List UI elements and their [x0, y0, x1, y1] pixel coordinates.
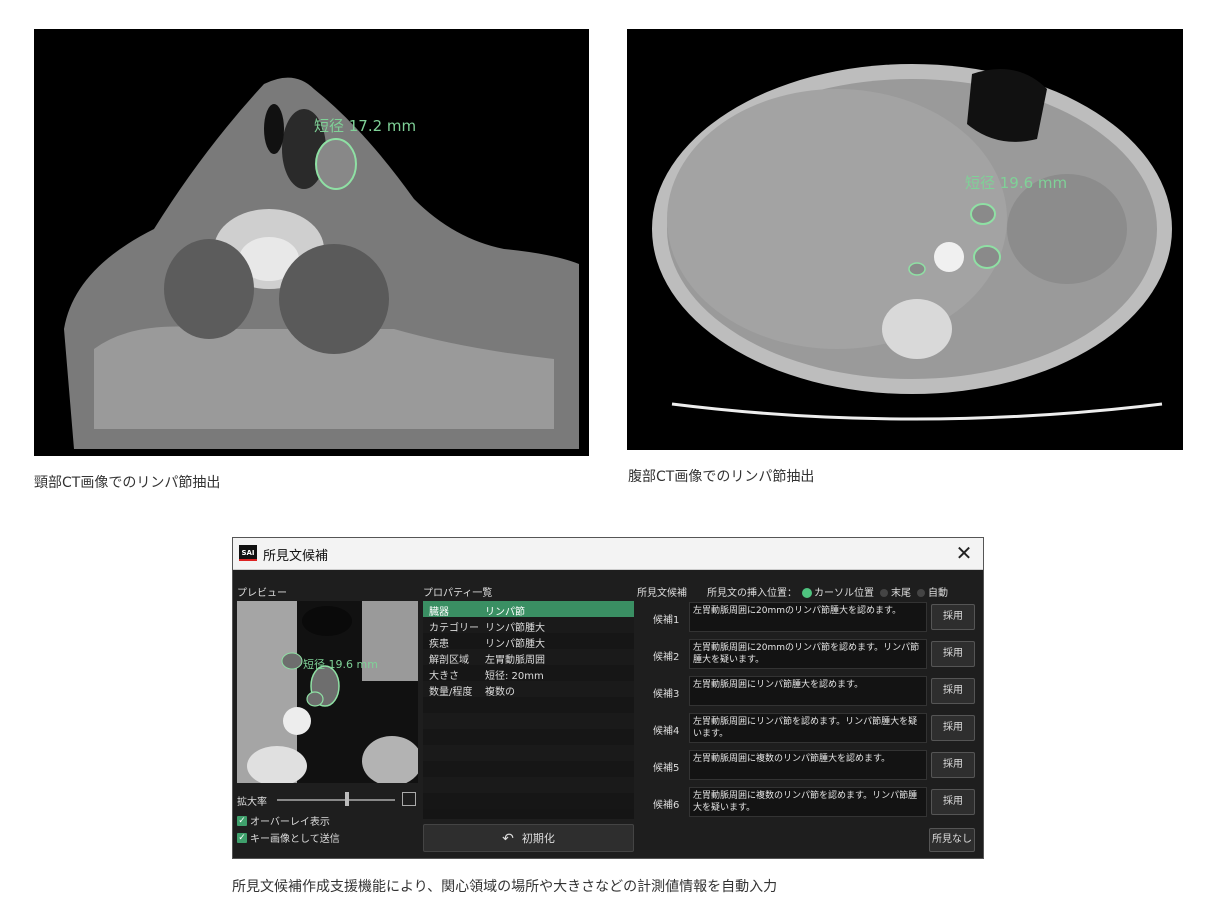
empty-row	[423, 777, 634, 793]
candidate-row: 候補2 左胃動脈周囲に20mmのリンパ節を認めます。リンパ節腫大を疑います。 採…	[637, 639, 978, 669]
candidate-label: 候補6	[653, 800, 680, 811]
property-row[interactable]: 疾患 リンパ節腫大	[423, 633, 634, 650]
radio-off-icon	[917, 589, 925, 597]
candidate-text[interactable]: 左胃動脈周囲に複数のリンパ節腫大を認めます。	[689, 750, 927, 780]
overlay-checkbox[interactable]: ✓	[237, 815, 247, 826]
property-value: 複数の	[485, 687, 515, 698]
property-value: 短径: 20mm	[485, 671, 544, 682]
adopt-button[interactable]: 採用	[931, 715, 975, 741]
send-key-checkbox[interactable]: ✓	[237, 832, 247, 843]
neck-ct-image: 短径 17.2 mm	[34, 29, 589, 456]
neck-measure-label: 短径 17.2 mm	[314, 117, 417, 135]
overlay-checkbox-row[interactable]: ✓ オーバーレイ表示	[237, 813, 330, 828]
bottom-caption: 所見文候補作成支援機能により、関心領域の場所や大きさなどの計測値情報を自動入力	[232, 879, 778, 895]
adopt-button[interactable]: 採用	[931, 752, 975, 778]
neck-ct-caption: 頸部CT画像でのリンパ節抽出	[34, 475, 221, 491]
candidate-text[interactable]: 左胃動脈周囲にリンパ節を認めます。リンパ節腫大を疑います。	[689, 713, 927, 743]
dialog-title: 所見文候補	[263, 549, 329, 564]
findings-dialog: SAI 所見文候補 ✕ プレビュー 短径 19.6 mm 拡大率 ✓ オーバーレ…	[232, 537, 984, 859]
property-row[interactable]: 解剖区域 左胃動脈周囲	[423, 649, 634, 666]
empty-row	[423, 713, 634, 729]
adopt-button[interactable]: 採用	[931, 604, 975, 630]
candidate-row: 候補3 左胃動脈周囲にリンパ節腫大を認めます。 採用	[637, 676, 978, 706]
empty-row	[423, 745, 634, 761]
empty-row	[423, 761, 634, 777]
radio-auto[interactable]: 自動	[917, 584, 948, 599]
preview-image: 短径 19.6 mm	[237, 601, 418, 783]
candidate-label: 候補4	[653, 726, 680, 737]
property-key: 解剖区域	[429, 655, 469, 666]
no-finding-button[interactable]: 所見なし	[929, 828, 975, 852]
preview-measure-label: 短径 19.6 mm	[303, 658, 378, 671]
reset-button[interactable]: ↶ 初期化	[423, 824, 634, 852]
candidate-text[interactable]: 左胃動脈周囲に複数のリンパ節を認めます。リンパ節腫大を疑います。	[689, 787, 927, 817]
candidate-label: 候補5	[653, 763, 680, 774]
property-key: 臓器	[429, 607, 449, 618]
property-key: カテゴリー	[429, 623, 479, 634]
property-value: リンパ節腫大	[485, 639, 545, 650]
insert-position-label: 所見文の挿入位置：	[707, 588, 797, 599]
zoom-label: 拡大率	[237, 797, 267, 808]
overlay-label: オーバーレイ表示	[250, 817, 330, 828]
candidate-row: 候補1 左胃動脈周囲に20mmのリンパ節腫大を認めます。 採用	[637, 602, 978, 632]
candidate-label: 候補1	[653, 615, 680, 626]
empty-row	[423, 793, 634, 809]
candidate-row: 候補5 左胃動脈周囲に複数のリンパ節腫大を認めます。 採用	[637, 750, 978, 780]
properties-label: プロパティ一覧	[423, 588, 493, 599]
adopt-button[interactable]: 採用	[931, 641, 975, 667]
property-value: リンパ節	[485, 607, 525, 618]
radio-end[interactable]: 末尾	[880, 584, 911, 599]
property-key: 疾患	[429, 639, 449, 650]
dialog-titlebar: SAI 所見文候補 ✕	[233, 538, 983, 570]
property-row[interactable]: 臓器 リンパ節	[423, 601, 634, 618]
abdomen-measure-label: 短径 19.6 mm	[965, 174, 1068, 192]
property-table: 臓器 リンパ節 カテゴリー リンパ節腫大 疾患 リンパ節腫大 解剖区域 左胃動脈周囲 大…	[423, 601, 634, 819]
fit-to-window-icon[interactable]	[402, 792, 416, 806]
findings-label: 所見文候補	[637, 588, 687, 599]
reset-all-icon: ↶	[502, 831, 514, 847]
reset-label: 初期化	[521, 832, 555, 845]
insert-position-group: 所見文の挿入位置： カーソル位置 末尾 自動	[707, 584, 948, 599]
property-key: 数量/程度	[429, 687, 473, 698]
adopt-button[interactable]: 採用	[931, 789, 975, 815]
abdomen-ct-image: 短径 19.6 mm	[627, 29, 1183, 450]
radio-cursor[interactable]: カーソル位置	[803, 584, 874, 599]
candidate-row: 候補4 左胃動脈周囲にリンパ節を認めます。リンパ節腫大を疑います。 採用	[637, 713, 978, 743]
property-row[interactable]: 大きさ 短径: 20mm	[423, 665, 634, 682]
preview-label: プレビュー	[237, 588, 287, 599]
app-logo-icon: SAI	[239, 545, 257, 561]
abdomen-ct-caption: 腹部CT画像でのリンパ節抽出	[628, 469, 815, 485]
empty-row	[423, 697, 634, 713]
radio-end-label: 末尾	[891, 588, 911, 599]
candidate-label: 候補2	[653, 652, 680, 663]
candidate-row: 候補6 左胃動脈周囲に複数のリンパ節を認めます。リンパ節腫大を疑います。 採用	[637, 787, 978, 817]
zoom-slider[interactable]	[277, 799, 395, 801]
candidate-label: 候補3	[653, 689, 680, 700]
close-button[interactable]: ✕	[953, 542, 975, 564]
property-value: リンパ節腫大	[485, 623, 545, 634]
adopt-button[interactable]: 採用	[931, 678, 975, 704]
zoom-slider-thumb[interactable]	[345, 792, 349, 806]
send-key-checkbox-row[interactable]: ✓ キー画像として送信	[237, 830, 340, 845]
property-row[interactable]: カテゴリー リンパ節腫大	[423, 617, 634, 634]
property-value: 左胃動脈周囲	[485, 655, 545, 666]
candidate-text[interactable]: 左胃動脈周囲に20mmのリンパ節を認めます。リンパ節腫大を疑います。	[689, 639, 927, 669]
send-key-label: キー画像として送信	[250, 834, 340, 845]
radio-cursor-label: カーソル位置	[814, 588, 874, 599]
radio-on-icon	[803, 589, 811, 597]
property-key: 大きさ	[429, 671, 459, 682]
neck-ct-drawing	[34, 29, 589, 456]
radio-auto-label: 自動	[928, 588, 948, 599]
candidate-text[interactable]: 左胃動脈周囲に20mmのリンパ節腫大を認めます。	[689, 602, 927, 632]
radio-off-icon	[880, 589, 888, 597]
preview-drawing	[237, 601, 418, 783]
candidate-text[interactable]: 左胃動脈周囲にリンパ節腫大を認めます。	[689, 676, 927, 706]
empty-row	[423, 729, 634, 745]
property-row[interactable]: 数量/程度 複数の	[423, 681, 634, 698]
abdomen-ct-drawing	[627, 29, 1183, 450]
